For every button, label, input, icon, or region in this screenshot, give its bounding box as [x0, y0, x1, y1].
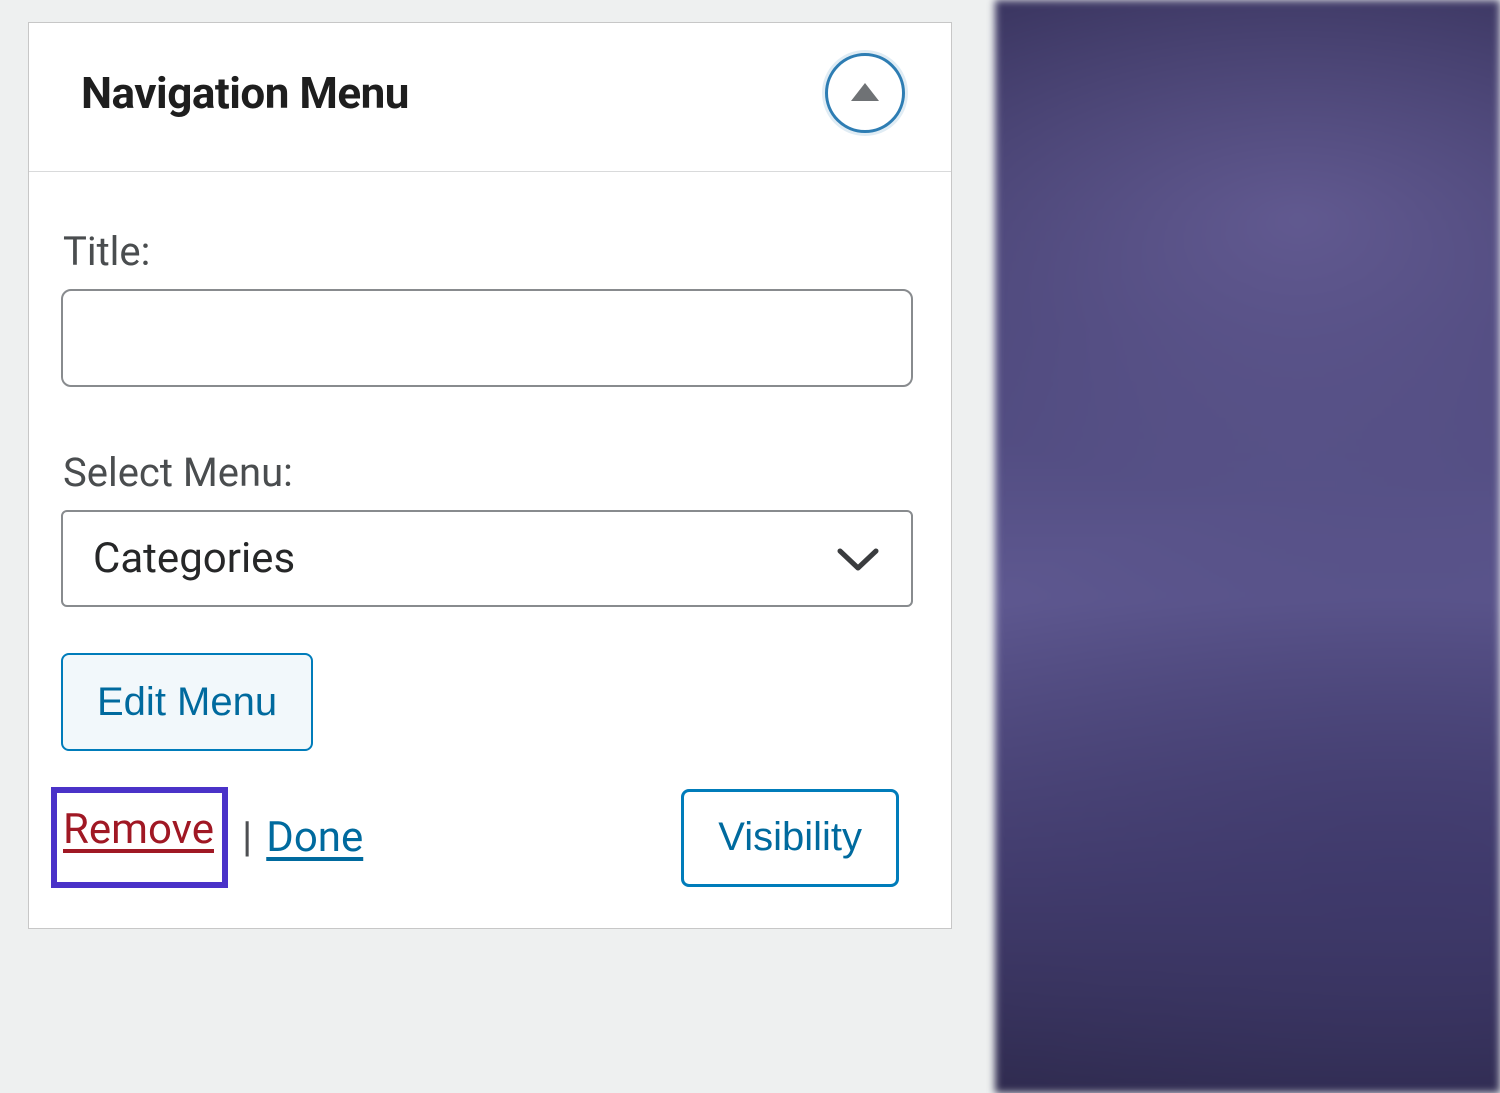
- title-label: Title:: [63, 228, 919, 275]
- widget-title: Navigation Menu: [81, 67, 409, 119]
- done-link[interactable]: Done: [266, 813, 363, 862]
- page-background-image: [995, 0, 1500, 1093]
- widget-header: Navigation Menu: [29, 23, 951, 172]
- remove-link[interactable]: Remove: [63, 805, 214, 854]
- widget-footer: Remove | Done Visibility: [61, 787, 919, 894]
- select-menu-label: Select Menu:: [63, 449, 919, 496]
- select-menu-field-group: Select Menu: Categories: [61, 449, 919, 607]
- navigation-menu-widget: Navigation Menu Title: Select Menu: Cate…: [28, 22, 952, 929]
- edit-menu-button[interactable]: Edit Menu: [61, 653, 313, 751]
- title-input[interactable]: [61, 289, 913, 387]
- triangle-up-icon: [850, 82, 880, 105]
- remove-highlight-box: Remove: [51, 787, 228, 888]
- link-separator: |: [242, 813, 252, 862]
- select-menu-wrap: Categories: [61, 510, 913, 607]
- collapse-toggle-button[interactable]: [825, 53, 905, 133]
- widget-body: Title: Select Menu: Categories Edit Menu…: [29, 172, 951, 928]
- visibility-button[interactable]: Visibility: [681, 789, 899, 887]
- title-field-group: Title:: [61, 228, 919, 387]
- widget-action-links: Remove | Done: [61, 787, 363, 888]
- select-menu-dropdown[interactable]: Categories: [61, 510, 913, 607]
